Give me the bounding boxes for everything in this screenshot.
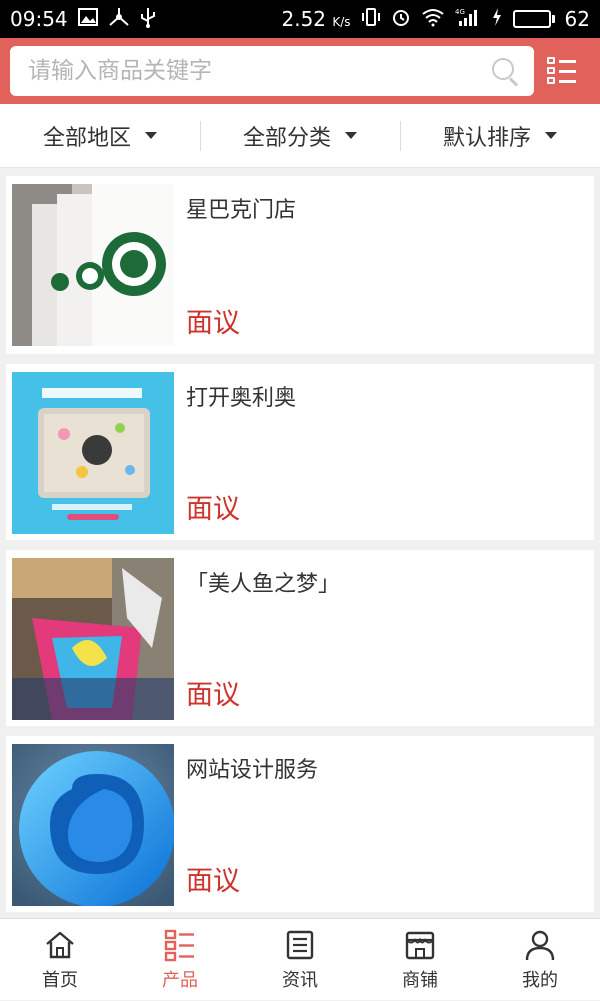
search-icon[interactable] (490, 56, 520, 87)
product-name[interactable]: 网站设计服务 (186, 752, 588, 784)
caret-down-icon (145, 132, 157, 139)
product-image-starbucks[interactable] (12, 184, 174, 346)
product-card[interactable]: 打开奥利奥 面议 (6, 364, 594, 540)
product-image-oreo[interactable] (12, 372, 174, 534)
list-icon (547, 57, 577, 85)
product-image-web-design[interactable] (12, 744, 174, 906)
charging-icon (491, 7, 503, 31)
nav-news-label: 资讯 (282, 970, 318, 991)
filter-category[interactable]: 全部分类 (200, 104, 400, 168)
vibrate-icon (361, 7, 381, 31)
battery-icon (512, 10, 555, 28)
nav-home[interactable]: 首页 (0, 919, 120, 1001)
filter-bar: 全部地区 全部分类 默认排序 (0, 104, 600, 168)
share-icon (108, 7, 130, 31)
search-input[interactable] (28, 58, 468, 84)
search-header (0, 38, 600, 104)
svg-text:4G: 4G (455, 8, 465, 16)
nav-shop-label: 商铺 (402, 970, 438, 991)
caret-down-icon (345, 132, 357, 139)
status-time: 09:54 (10, 7, 68, 31)
product-card[interactable]: 星巴克门店 面议 (6, 176, 594, 354)
nav-products[interactable]: 产品 (120, 919, 240, 1001)
status-bar: 09:54 2.52 K/s 4G 62 (0, 0, 600, 38)
filter-region-label: 全部地区 (42, 125, 131, 151)
filter-category-label: 全部分类 (242, 125, 331, 151)
news-icon (286, 930, 314, 960)
filter-region[interactable]: 全部地区 (0, 104, 200, 168)
alarm-icon (391, 7, 411, 31)
usb-icon (140, 6, 156, 32)
product-name[interactable]: 打开奥利奥 (186, 380, 588, 412)
battery-percent: 62 (564, 7, 590, 31)
status-left: 09:54 (10, 6, 156, 32)
product-image-mermaid[interactable] (12, 558, 174, 720)
product-price: 面议 (186, 494, 240, 525)
nav-profile[interactable]: 我的 (480, 919, 600, 1001)
product-info: 打开奥利奥 面议 (174, 372, 588, 532)
filter-sort[interactable]: 默认排序 (400, 104, 600, 168)
list-view-button[interactable] (534, 38, 590, 104)
product-card[interactable]: 网站设计服务 面议 (6, 736, 594, 912)
product-card[interactable]: 「美人鱼之梦」 面议 (6, 550, 594, 726)
bottom-nav: 首页 产品 资讯 商铺 我的 (0, 918, 600, 1000)
user-icon (525, 930, 555, 961)
nav-shop[interactable]: 商铺 (360, 919, 480, 1001)
image-icon (77, 8, 98, 30)
network-speed: 2.52 K/s (281, 7, 351, 31)
product-name[interactable]: 「美人鱼之梦」 (186, 566, 588, 598)
nav-home-label: 首页 (42, 970, 78, 991)
caret-down-icon (545, 132, 557, 139)
product-price: 面议 (186, 308, 240, 339)
product-info: 星巴克门店 面议 (174, 184, 588, 346)
signal-icon: 4G (455, 7, 481, 31)
nav-news[interactable]: 资讯 (240, 919, 360, 1001)
nav-profile-label: 我的 (522, 970, 558, 991)
status-right: 2.52 K/s 4G 62 (281, 7, 590, 31)
product-price: 面议 (186, 866, 240, 897)
product-info: 「美人鱼之梦」 面议 (174, 558, 588, 718)
product-info: 网站设计服务 面议 (174, 744, 588, 904)
home-icon (46, 931, 74, 959)
product-list: 星巴克门店 面议 打开奥利奥 面议 「美人鱼之梦」 面议 网站设计服务 面议 (6, 176, 594, 912)
product-list-icon (164, 929, 194, 962)
product-name[interactable]: 星巴克门店 (186, 192, 588, 224)
wifi-icon (421, 7, 445, 31)
shop-icon (405, 931, 435, 960)
product-price: 面议 (186, 680, 240, 711)
filter-sort-label: 默认排序 (442, 125, 531, 151)
search-box[interactable] (10, 46, 534, 96)
nav-products-label: 产品 (162, 970, 198, 991)
